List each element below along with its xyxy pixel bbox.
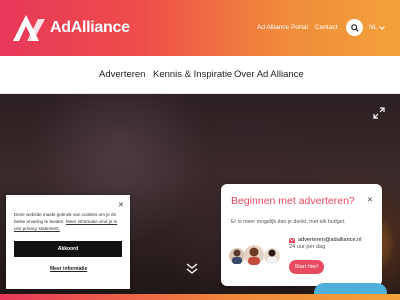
chevron-down-icon bbox=[379, 25, 386, 30]
bottom-gradient-strip bbox=[0, 294, 400, 300]
contact-link[interactable]: Contact bbox=[315, 24, 337, 31]
team-avatars bbox=[229, 245, 280, 265]
chat-hours: 24 uur per dag bbox=[289, 244, 326, 250]
language-selector[interactable]: NL bbox=[369, 24, 386, 31]
accept-cookies-button[interactable]: Akkoord bbox=[14, 241, 122, 257]
nav-item-over-ad-alliance[interactable]: Over Ad Alliance bbox=[234, 69, 304, 80]
language-label: NL bbox=[369, 24, 378, 31]
chat-subtitle: Er is meer mogelijk dan je denkt, met el… bbox=[231, 219, 346, 225]
logo-mark-icon bbox=[13, 15, 45, 41]
search-button[interactable] bbox=[346, 19, 363, 36]
cookie-close-icon[interactable]: ✕ bbox=[118, 201, 124, 209]
search-icon bbox=[350, 23, 359, 32]
main-nav: Adverteren Kennis & Inspiratie Over Ad A… bbox=[0, 56, 400, 94]
chat-title: Beginnen met adverteren? bbox=[231, 195, 355, 207]
scroll-down-icon[interactable] bbox=[186, 262, 198, 276]
start-here-button[interactable]: Start hier! bbox=[289, 260, 324, 274]
portal-link[interactable]: Ad Alliance Portal bbox=[257, 24, 308, 31]
mail-icon bbox=[289, 237, 295, 243]
more-info-link[interactable]: Meer informatie bbox=[50, 266, 87, 272]
cookie-text: Deze website maakt gebruik van cookies o… bbox=[14, 212, 124, 232]
chat-email[interactable]: adverteren@adalliance.nl bbox=[298, 237, 362, 243]
expand-icon[interactable] bbox=[373, 107, 385, 119]
site-header: AdAlliance Ad Alliance Portal Contact NL bbox=[0, 0, 400, 56]
nav-item-kennis-inspiratie[interactable]: Kennis & Inspiratie bbox=[153, 69, 232, 80]
logo-text: AdAlliance bbox=[50, 19, 130, 36]
nav-item-adverteren[interactable]: Adverteren bbox=[99, 69, 145, 80]
chat-close-icon[interactable]: ✕ bbox=[367, 196, 373, 204]
chat-email-line: adverteren@adalliance.nl bbox=[289, 237, 362, 243]
adalliance-logo[interactable]: AdAlliance bbox=[11, 13, 130, 43]
